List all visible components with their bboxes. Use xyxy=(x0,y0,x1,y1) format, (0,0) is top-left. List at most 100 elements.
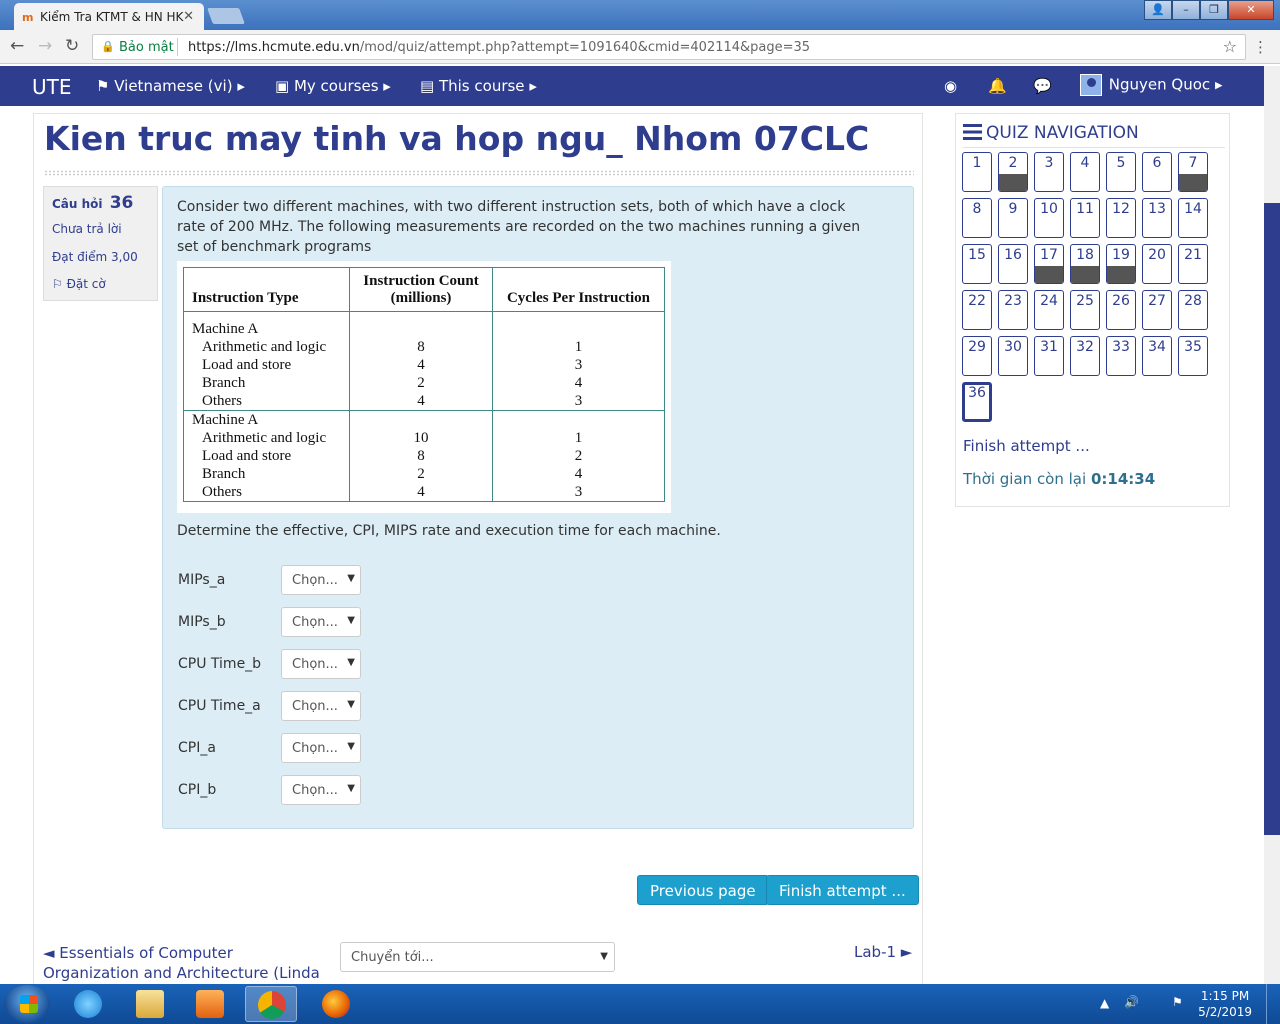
notification-bell-icon[interactable]: 🔔 xyxy=(988,77,1007,95)
taskbar-file-explorer[interactable] xyxy=(124,986,176,1022)
answer-select-mips-b[interactable]: Chọn... ▼ xyxy=(281,607,361,637)
question-button-number: 23 xyxy=(1004,293,1022,309)
start-button[interactable] xyxy=(4,985,50,1023)
taskbar-firefox[interactable] xyxy=(310,986,362,1022)
show-desktop-button[interactable] xyxy=(1266,984,1280,1024)
taskbar-media-player[interactable] xyxy=(184,986,236,1022)
messages-icon[interactable]: 💬 xyxy=(1033,77,1052,95)
minimize-icon[interactable]: – xyxy=(1172,0,1200,20)
secure-label: Bảo mật xyxy=(119,40,174,55)
table-cell: 1 xyxy=(492,337,665,356)
answer-select-cpi-b[interactable]: Chọn... ▼ xyxy=(281,775,361,805)
quiz-nav-question-8[interactable]: 8 xyxy=(962,198,992,238)
quiz-nav-question-26[interactable]: 26 xyxy=(1106,290,1136,330)
table-cell: 4 xyxy=(349,355,493,374)
site-brand[interactable]: UTE xyxy=(32,75,72,99)
this-course-menu[interactable]: ▤ This course ▸ xyxy=(420,77,537,95)
quiz-nav-question-1[interactable]: 1 xyxy=(962,152,992,192)
briefcase-icon: ▣ xyxy=(275,77,290,95)
close-tab-icon[interactable]: ✕ xyxy=(183,9,194,24)
quiz-nav-question-12[interactable]: 12 xyxy=(1106,198,1136,238)
quiz-nav-question-36[interactable]: 36 xyxy=(962,382,992,422)
quiz-nav-question-23[interactable]: 23 xyxy=(998,290,1028,330)
lock-icon: 🔒 xyxy=(101,40,115,53)
quiz-nav-question-29[interactable]: 29 xyxy=(962,336,992,376)
quiz-nav-question-4[interactable]: 4 xyxy=(1070,152,1100,192)
answer-select-cpu-time-a[interactable]: Chọn... ▼ xyxy=(281,691,361,721)
quiz-nav-question-25[interactable]: 25 xyxy=(1070,290,1100,330)
quiz-nav-question-7[interactable]: 7 xyxy=(1178,152,1208,192)
quiz-nav-question-28[interactable]: 28 xyxy=(1178,290,1208,330)
browser-menu-icon[interactable]: ⋮ xyxy=(1253,38,1268,56)
forward-arrow-icon[interactable]: → xyxy=(38,36,52,56)
jump-to-select[interactable]: Chuyển tới... ▼ xyxy=(340,942,615,972)
quiz-nav-question-31[interactable]: 31 xyxy=(1034,336,1064,376)
quiz-nav-question-17[interactable]: 17 xyxy=(1034,244,1064,284)
quiz-nav-question-10[interactable]: 10 xyxy=(1034,198,1064,238)
taskbar-chrome[interactable] xyxy=(245,986,297,1022)
url-input[interactable]: 🔒 Bảo mật https://lms.hcmute.edu.vn/mod/… xyxy=(92,34,1246,60)
close-window-icon[interactable]: ✕ xyxy=(1228,0,1274,20)
quiz-nav-question-22[interactable]: 22 xyxy=(962,290,992,330)
finish-attempt-button[interactable]: Finish attempt ... xyxy=(766,875,919,905)
benchmark-table: Instruction Type Instruction Count (mill… xyxy=(183,267,665,502)
reload-icon[interactable]: ↻ xyxy=(65,36,79,56)
quiz-nav-question-27[interactable]: 27 xyxy=(1142,290,1172,330)
quiz-nav-question-20[interactable]: 20 xyxy=(1142,244,1172,284)
maximize-icon[interactable]: ❐ xyxy=(1200,0,1228,20)
next-activity-link[interactable]: Lab-1 ► xyxy=(854,943,912,961)
quiz-nav-question-34[interactable]: 34 xyxy=(1142,336,1172,376)
action-center-flag-icon[interactable]: ⚑ xyxy=(1172,995,1183,1009)
quiz-nav-question-13[interactable]: 13 xyxy=(1142,198,1172,238)
quiz-nav-question-19[interactable]: 19 xyxy=(1106,244,1136,284)
browser-tab[interactable]: m Kiểm Tra KTMT & HN HK ✕ xyxy=(14,3,204,31)
user-profile-icon[interactable]: 👤 xyxy=(1144,0,1172,20)
answer-row: MIPs_b Chọn... ▼ xyxy=(178,607,478,637)
quiz-nav-question-5[interactable]: 5 xyxy=(1106,152,1136,192)
language-menu[interactable]: ⚑ Vietnamese (vi) ▸ xyxy=(96,77,245,95)
quiz-nav-question-15[interactable]: 15 xyxy=(962,244,992,284)
quiz-nav-question-24[interactable]: 24 xyxy=(1034,290,1064,330)
quiz-nav-question-21[interactable]: 21 xyxy=(1178,244,1208,284)
quiz-nav-question-35[interactable]: 35 xyxy=(1178,336,1208,376)
quiz-nav-question-16[interactable]: 16 xyxy=(998,244,1028,284)
target-icon[interactable]: ◉ xyxy=(944,77,957,95)
previous-page-button[interactable]: Previous page xyxy=(637,875,769,905)
quiz-nav-question-6[interactable]: 6 xyxy=(1142,152,1172,192)
question-label: Câu hỏi xyxy=(52,197,103,211)
page-scrollbar-thumb[interactable] xyxy=(1264,203,1280,835)
show-hidden-icons-icon[interactable]: ▲ xyxy=(1100,996,1109,1010)
table-header: Instruction Type xyxy=(183,267,350,312)
quiz-nav-question-14[interactable]: 14 xyxy=(1178,198,1208,238)
answer-select-cpi-a[interactable]: Chọn... ▼ xyxy=(281,733,361,763)
quiz-nav-question-32[interactable]: 32 xyxy=(1070,336,1100,376)
finish-attempt-link[interactable]: Finish attempt ... xyxy=(963,437,1090,455)
quiz-nav-question-9[interactable]: 9 xyxy=(998,198,1028,238)
table-cell: Load and store xyxy=(183,355,350,374)
quiz-nav-question-11[interactable]: 11 xyxy=(1070,198,1100,238)
my-courses-menu[interactable]: ▣ My courses ▸ xyxy=(275,77,391,95)
quiz-nav-question-30[interactable]: 30 xyxy=(998,336,1028,376)
new-tab-button[interactable] xyxy=(207,8,245,24)
flag-icon: ⚑ xyxy=(96,77,110,95)
url-path: /mod/quiz/attempt.php?attempt=1091640&cm… xyxy=(359,40,811,55)
system-clock[interactable]: 1:15 PM 5/2/2019 xyxy=(1198,988,1252,1020)
answer-select-mips-a[interactable]: Chọn... ▼ xyxy=(281,565,361,595)
question-button-number: 25 xyxy=(1076,293,1094,309)
quiz-nav-question-18[interactable]: 18 xyxy=(1070,244,1100,284)
select-value: Chọn... xyxy=(292,741,338,756)
taskbar-internet-explorer[interactable] xyxy=(62,986,114,1022)
answer-select-cpu-time-b[interactable]: Chọn... ▼ xyxy=(281,649,361,679)
quiz-nav-question-33[interactable]: 33 xyxy=(1106,336,1136,376)
question-button-number: 29 xyxy=(968,339,986,355)
question-button-number: 34 xyxy=(1148,339,1166,355)
caret-right-icon: ▸ xyxy=(237,77,245,95)
bookmark-star-icon[interactable]: ☆ xyxy=(1223,37,1237,56)
quiz-nav-question-2[interactable]: 2 xyxy=(998,152,1028,192)
user-menu[interactable]: Nguyen Quoc ▸ xyxy=(1080,74,1222,96)
volume-icon[interactable]: 🔊 xyxy=(1124,995,1139,1009)
quiz-nav-question-3[interactable]: 3 xyxy=(1034,152,1064,192)
flag-question-link[interactable]: ⚐ Đặt cờ xyxy=(52,277,106,291)
back-arrow-icon[interactable]: ← xyxy=(10,36,24,56)
hamburger-menu-icon[interactable] xyxy=(963,124,982,140)
